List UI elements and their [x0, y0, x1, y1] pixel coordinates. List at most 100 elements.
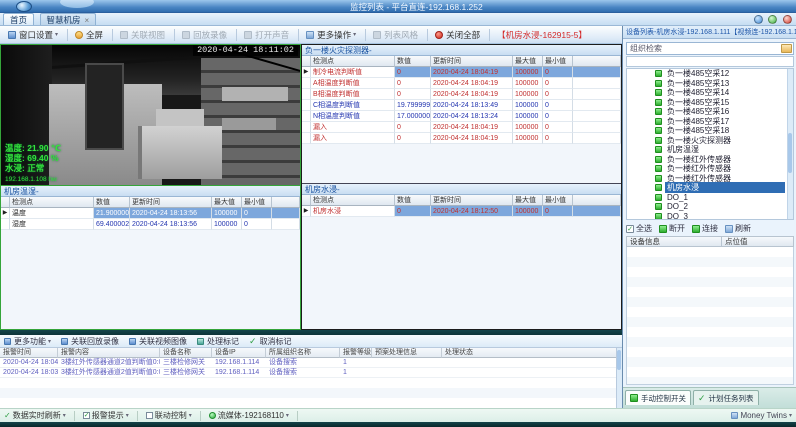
cell-value: 100000 [212, 208, 242, 219]
scrollbar-thumb[interactable] [617, 350, 621, 370]
connect-button[interactable]: 连接 [692, 223, 718, 234]
tab-home[interactable]: 首页 [3, 13, 34, 25]
cell-filler [573, 78, 621, 89]
alarm-row[interactable]: 2020-04-24 18:04:313楼红外传感器通道2值判断值0:0.000… [0, 358, 622, 368]
close-button[interactable] [783, 15, 792, 24]
alarm-cell [442, 368, 622, 378]
chevron-down-icon: ▾ [55, 31, 58, 38]
table-row[interactable]: N相温度判断值17.0000002020-04-24 18:13:2410000… [302, 111, 621, 122]
row-indicator-header [302, 56, 311, 67]
linked-view-button: 关联视图 [116, 28, 169, 42]
cancel-mark-button[interactable]: ✓取消标记 [249, 336, 292, 347]
device-panel-tabs: 手动控制开关 ✓计划任务列表 [623, 387, 796, 408]
tree-item[interactable]: DO_2 [627, 202, 793, 212]
bottom-strip [0, 422, 796, 427]
money-twins-label: Money Twins [740, 411, 787, 420]
playback-icon [182, 31, 190, 39]
mark-handled-button[interactable]: 处理标记 [197, 336, 239, 347]
cell-value: 19.799999 [395, 100, 431, 111]
cell-value: 0 [543, 100, 573, 111]
more-actions-button[interactable]: 更多操作▾ [302, 28, 360, 42]
tree-item[interactable]: 机房水浸 [627, 183, 793, 193]
realtime-refresh-label: 数据实时刷新 [13, 410, 61, 421]
cell-value: 2020-04-24 18:13:56 [130, 219, 212, 230]
scrollbar-thumb[interactable] [788, 133, 792, 173]
tab-close-icon[interactable]: × [85, 16, 90, 25]
alarm-hint-toggle[interactable]: ✓报警提示▾ [83, 410, 129, 421]
detector-group: 负一楼火灾探测器-检测点数值更新时间最大值最小值▶制冷电流判断值02020-04… [301, 44, 622, 330]
cell-value: 69.400002 [94, 219, 130, 230]
row-indicator [1, 219, 10, 230]
table-row[interactable]: ▶机房水浸02020-04-24 18:12:501000000 [302, 206, 621, 217]
video-scene [156, 109, 204, 127]
connect-label: 连接 [702, 223, 718, 234]
tree-item[interactable]: DO_1 [627, 193, 793, 203]
more-functions-button[interactable]: 更多功能▾ [4, 336, 51, 347]
table-row[interactable]: 湿度69.4000022020-04-24 18:13:561000000 [1, 219, 300, 230]
camera-view[interactable]: 2020-04-24 18:11:02 温度: 21.90 ℃湿度: 69.40… [1, 45, 300, 185]
separator [137, 411, 138, 421]
manual-control-label: 手动控制开关 [641, 393, 686, 404]
realtime-refresh-toggle[interactable]: ✓数据实时刷新▾ [4, 410, 66, 421]
table-row[interactable]: 漏入02020-04-24 18:04:191000000 [302, 122, 621, 133]
linked-playback-button[interactable]: 关联回放录像 [61, 336, 119, 347]
tab-smart-room-label: 智慧机房 [47, 15, 81, 25]
org-search-label: 组织检索 [630, 44, 662, 53]
linkage-control-toggle[interactable]: 联动控制▾ [146, 410, 192, 421]
cell-value: 0 [543, 78, 573, 89]
tab-smart-room[interactable]: 智慧机房 × [40, 13, 97, 25]
disconnect-button[interactable]: 断开 [659, 223, 685, 234]
tree-item[interactable]: 负一楼火灾探测器 [627, 136, 793, 146]
more-actions-label: 更多操作 [317, 29, 351, 41]
cell-value: 0 [395, 78, 431, 89]
cell-value: 2020-04-24 18:04:19 [431, 67, 513, 78]
maximize-button[interactable] [768, 15, 777, 24]
stream-media-toggle[interactable]: 流媒体-192168110▾ [209, 410, 289, 421]
cell-value: 2020-04-24 18:04:19 [431, 78, 513, 89]
separator [200, 411, 201, 421]
linked-video-button[interactable]: 关联视频图像 [129, 336, 187, 347]
cell-name: 机房水浸 [311, 206, 395, 217]
cell-filler [272, 208, 300, 219]
alarm-row[interactable]: 2020-04-24 18:03:423楼红外传感器通道2值判断值0:0.000… [0, 368, 622, 378]
table-row[interactable]: ▶温度21.9000002020-04-24 18:13:561000000 [1, 208, 300, 219]
close-all-label: 关闭全部 [446, 29, 480, 41]
tree-scrollbar[interactable] [787, 69, 793, 219]
active-alarm-label: 【机房水浸-162915-5】 [497, 29, 587, 41]
tab-home-label: 首页 [10, 15, 27, 25]
column-header: 数值 [94, 197, 130, 208]
table-row[interactable]: C相温度判断值19.7999992020-04-24 18:13:4910000… [302, 100, 621, 111]
money-twins-menu[interactable]: Money Twins▾ [731, 411, 792, 420]
table-row[interactable]: A相温度判断值02020-04-24 18:04:191000000 [302, 78, 621, 89]
row-indicator [302, 133, 311, 144]
refresh-button[interactable]: 刷新 [725, 223, 751, 234]
minimize-button[interactable] [754, 15, 763, 24]
tree-item[interactable]: DO_3 [627, 212, 793, 221]
table-row[interactable]: ▶制冷电流判断值02020-04-24 18:04:191000000 [302, 67, 621, 78]
cell-name: A相温度判断值 [311, 78, 395, 89]
org-search-box[interactable]: 组织检索 [626, 42, 794, 55]
tab-manual-control[interactable]: 手动控制开关 [625, 390, 691, 405]
select-all-button[interactable]: ✓全选 [626, 223, 652, 234]
main-area: 2020-04-24 18:11:02 温度: 21.90 ℃湿度: 69.40… [0, 44, 622, 330]
cell-value: 0 [543, 89, 573, 100]
table-row[interactable]: 漏入02020-04-24 18:04:191000000 [302, 133, 621, 144]
green-check-icon: ✓ [698, 393, 706, 404]
green-square-icon [692, 225, 700, 233]
fullscreen-button[interactable]: 全屏 [71, 28, 107, 42]
alarm-cell: 1 [340, 358, 372, 368]
cell-value: 2020-04-24 18:13:24 [431, 111, 513, 122]
search-input[interactable] [626, 56, 794, 67]
tab-task-list[interactable]: ✓计划任务列表 [693, 390, 759, 405]
cell-value: 21.900000 [94, 208, 130, 219]
cell-value: 2020-04-24 18:12:50 [431, 206, 513, 217]
separator [298, 29, 299, 41]
row-indicator [302, 89, 311, 100]
device-icon [655, 108, 662, 115]
search-icon[interactable] [781, 44, 792, 53]
table-row[interactable]: B相温度判断值02020-04-24 18:04:191000000 [302, 89, 621, 100]
cell-filler [573, 89, 621, 100]
close-all-button[interactable]: 关闭全部 [431, 28, 484, 42]
window-settings-button[interactable]: 窗口设置▾ [4, 28, 62, 42]
chevron-down-icon: ▾ [63, 412, 66, 419]
